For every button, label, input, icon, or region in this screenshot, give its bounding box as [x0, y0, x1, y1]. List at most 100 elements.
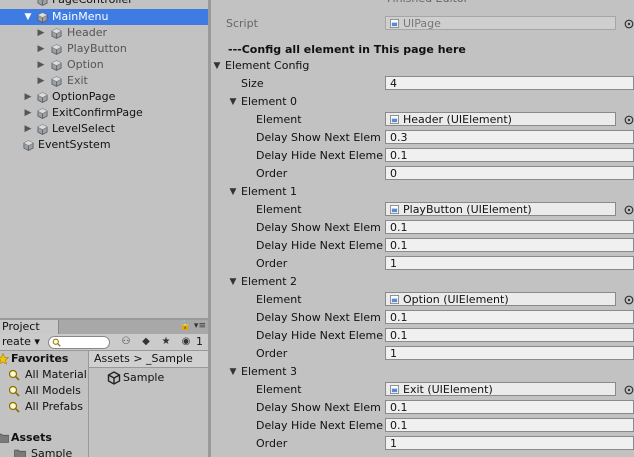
gameobject-icon: [37, 12, 48, 23]
favorite-star-icon[interactable]: ★: [158, 335, 174, 349]
search-icon: [52, 338, 61, 347]
editor-status-row: Finished Editor: [211, 0, 634, 8]
fold-closed-icon[interactable]: ▶: [36, 57, 46, 73]
object-picker-icon[interactable]: [624, 295, 634, 305]
element-1-delay-hide-row: Delay Hide Next Eleme 0.1: [211, 237, 634, 255]
gameobject-icon: [37, 108, 48, 119]
element-object-field[interactable]: Exit (UIElement): [385, 382, 616, 396]
filter-by-type-icon[interactable]: ⚇: [118, 335, 134, 349]
delay-show-field[interactable]: 0.1: [385, 310, 634, 324]
order-field[interactable]: 1: [385, 256, 634, 270]
element-3-foldout[interactable]: ▼ Element 3: [211, 363, 634, 381]
fold-closed-icon[interactable]: ▶: [23, 121, 33, 137]
hierarchy-item-exit[interactable]: ▶ Exit: [0, 73, 208, 89]
fold-closed-icon[interactable]: ▶: [23, 89, 33, 105]
fold-closed-icon[interactable]: ▶: [23, 105, 33, 121]
element-2-foldout[interactable]: ▼ Element 2: [211, 273, 634, 291]
order-label: Order: [256, 347, 288, 360]
delay-show-label: Delay Show Next Elem: [256, 311, 381, 324]
filter-by-label-icon[interactable]: ◆: [138, 335, 154, 349]
delay-show-field[interactable]: 0.1: [385, 400, 634, 414]
delay-hide-field[interactable]: 0.1: [385, 148, 634, 162]
search-input[interactable]: [48, 336, 110, 349]
size-field[interactable]: 4: [385, 76, 634, 90]
element-1-delay-show-row: Delay Show Next Elem 0.1: [211, 219, 634, 237]
search-icon: [8, 369, 20, 381]
uielement-icon: [390, 115, 399, 124]
size-label: Size: [241, 77, 264, 90]
element-0-element-row: Element Header (UIElement): [211, 111, 634, 129]
gameobject-icon: [51, 44, 62, 55]
fold-open-icon[interactable]: ▼: [227, 363, 239, 381]
hierarchy-item-label: PageController: [52, 0, 133, 8]
element-label: Element: [256, 293, 302, 306]
object-picker-icon[interactable]: [624, 205, 634, 215]
hierarchy-item-header[interactable]: ▶ Header: [0, 25, 208, 41]
uielement-icon: [390, 385, 399, 394]
hierarchy-item-optionpage[interactable]: ▶ OptionPage: [0, 89, 208, 105]
hierarchy-item-label: Option: [67, 58, 104, 71]
fold-open-icon[interactable]: ▼: [227, 183, 239, 201]
star-icon: [0, 353, 9, 365]
fold-open-icon[interactable]: ▼: [23, 9, 33, 25]
order-label: Order: [256, 167, 288, 180]
element-3-delay-hide-row: Delay Hide Next Eleme 0.1: [211, 417, 634, 435]
object-picker-icon[interactable]: [624, 115, 634, 125]
fold-open-icon[interactable]: ▼: [227, 93, 239, 111]
delay-hide-field[interactable]: 0.1: [385, 418, 634, 432]
project-panel: Project 🔒 ▾≡ reate ▾ ⚇ ◆ ★ ◉ 1 Favorites…: [0, 320, 208, 457]
breadcrumb-current[interactable]: _Sample: [146, 352, 193, 365]
gameobject-icon: [37, 92, 48, 103]
element-0-foldout[interactable]: ▼ Element 0: [211, 93, 634, 111]
delay-hide-field[interactable]: 0.1: [385, 328, 634, 342]
fold-open-icon[interactable]: ▼: [211, 57, 223, 75]
delay-show-label: Delay Show Next Elem: [256, 221, 381, 234]
fold-open-icon[interactable]: ▼: [227, 273, 239, 291]
script-row: Script UIPage: [211, 15, 634, 33]
hierarchy-item-label: LevelSelect: [52, 122, 115, 135]
delay-hide-field[interactable]: 0.1: [385, 238, 634, 252]
order-field[interactable]: 1: [385, 436, 634, 450]
breadcrumb-root[interactable]: Assets: [94, 352, 130, 365]
element-1-foldout[interactable]: ▼ Element 1: [211, 183, 634, 201]
panel-menu-icon[interactable]: 🔒 ▾≡: [180, 321, 206, 331]
folder-icon: [14, 448, 26, 457]
gameobject-icon: [23, 140, 34, 151]
uielement-icon: [390, 295, 399, 304]
hierarchy-item-levelselect[interactable]: ▶ LevelSelect: [0, 121, 208, 137]
fold-closed-icon[interactable]: ▶: [36, 25, 46, 41]
order-field[interactable]: 1: [385, 346, 634, 360]
element-2-order-row: Order 1: [211, 345, 634, 363]
element-title: Element 0: [241, 95, 298, 108]
script-field[interactable]: UIPage: [385, 16, 616, 30]
hierarchy-item-eventsystem[interactable]: EventSystem: [0, 137, 208, 153]
gameobject-icon: [37, 0, 48, 6]
hierarchy-item-option[interactable]: ▶ Option: [0, 57, 208, 73]
hierarchy-item-pagecontroller[interactable]: PageController: [0, 0, 208, 8]
element-label: Element: [256, 383, 302, 396]
delay-show-field[interactable]: 0.3: [385, 130, 634, 144]
element-label: Element: [256, 113, 302, 126]
order-field[interactable]: 0: [385, 166, 634, 180]
object-picker-icon[interactable]: [624, 19, 634, 29]
hidden-packages-icon[interactable]: ◉: [178, 335, 194, 349]
element-object-field[interactable]: PlayButton (UIElement): [385, 202, 616, 216]
delay-show-field[interactable]: 0.1: [385, 220, 634, 234]
delay-show-label: Delay Show Next Elem: [256, 131, 381, 144]
breadcrumb-separator: >: [133, 352, 143, 365]
element-object-field[interactable]: Header (UIElement): [385, 112, 616, 126]
element-object-field[interactable]: Option (UIElement): [385, 292, 616, 306]
hierarchy-item-exitconfirmpage[interactable]: ▶ ExitConfirmPage: [0, 105, 208, 121]
element-config-foldout[interactable]: ▼ Element Config: [211, 57, 634, 75]
size-row: Size 4: [211, 75, 634, 93]
create-button[interactable]: reate ▾: [0, 335, 42, 349]
fold-closed-icon[interactable]: ▶: [36, 41, 46, 57]
hierarchy-item-playbutton[interactable]: ▶ PlayButton: [0, 41, 208, 57]
fold-closed-icon[interactable]: ▶: [36, 73, 46, 89]
hierarchy-item-mainmenu[interactable]: ▼ MainMenu: [0, 9, 208, 25]
object-picker-icon[interactable]: [624, 385, 634, 395]
gameobject-icon: [51, 76, 62, 87]
element-config-label: Element Config: [225, 59, 310, 72]
script-icon: [390, 19, 399, 28]
tab-project[interactable]: Project: [0, 320, 59, 334]
